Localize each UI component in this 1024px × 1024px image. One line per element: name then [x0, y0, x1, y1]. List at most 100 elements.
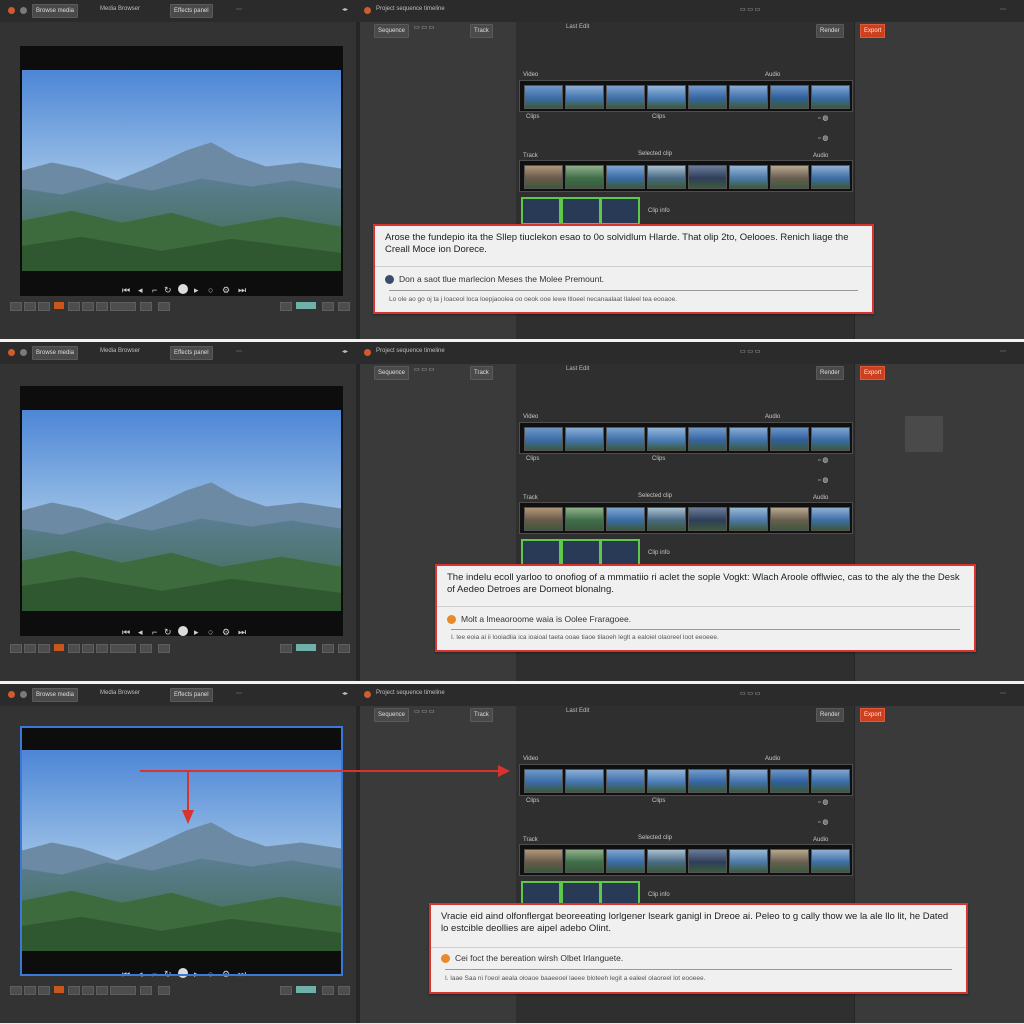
settings-icon[interactable]: ⚙: [222, 285, 230, 296]
render-button[interactable]: Render: [816, 366, 844, 380]
clip-thumbnail[interactable]: [688, 85, 727, 109]
clip-thumbnail[interactable]: [811, 85, 850, 109]
track-tools-icon[interactable]: ▫ ◍: [818, 114, 829, 122]
expand-icon[interactable]: ◂▸: [342, 6, 348, 13]
clip-thumbnail[interactable]: [606, 769, 645, 793]
clip-thumbnail[interactable]: [688, 849, 727, 873]
settings-chip[interactable]: [338, 644, 350, 653]
window-more-icon[interactable]: ⋯: [1000, 348, 1006, 355]
selected-clip[interactable]: [600, 539, 640, 567]
audio-chip[interactable]: [280, 986, 292, 995]
track-button[interactable]: Track: [470, 24, 493, 38]
play-icon[interactable]: [178, 626, 188, 636]
nav-icons[interactable]: ▭ ▭ ▭: [414, 366, 434, 373]
clip-thumbnail[interactable]: [647, 769, 686, 793]
close-icon[interactable]: [8, 349, 15, 356]
loop-icon[interactable]: ↻: [164, 627, 172, 638]
clip-thumbnail[interactable]: [524, 769, 563, 793]
program-monitor[interactable]: [20, 386, 343, 636]
tab-media-browser[interactable]: Media Browser: [100, 690, 140, 696]
clip-thumbnail[interactable]: [606, 427, 645, 451]
clip-thumbnail[interactable]: [606, 85, 645, 109]
overlay-chip[interactable]: [96, 986, 108, 995]
nav-icons[interactable]: ▭ ▭ ▭: [414, 24, 434, 31]
floating-tool-chip[interactable]: [905, 416, 943, 452]
settings-icon[interactable]: ⚙: [222, 627, 230, 638]
export-button[interactable]: Export: [860, 24, 886, 38]
clip-thumbnail[interactable]: [606, 507, 645, 531]
timecode-chip[interactable]: [110, 986, 136, 995]
grid-chip[interactable]: [68, 986, 80, 995]
nav-icons[interactable]: ▭ ▭ ▭: [414, 708, 434, 715]
window-more-icon[interactable]: ⋯: [1000, 690, 1006, 697]
sequence-button[interactable]: Sequence: [374, 708, 410, 722]
close-icon[interactable]: [8, 691, 15, 698]
clip-thumbnail[interactable]: [729, 427, 768, 451]
clip-thumbnail[interactable]: [688, 165, 727, 189]
minimize-icon[interactable]: [20, 349, 27, 356]
record-icon[interactable]: [364, 7, 371, 14]
clip-thumbnail[interactable]: [647, 85, 686, 109]
mark-in-icon[interactable]: ⌐: [152, 285, 157, 295]
close-icon[interactable]: [8, 7, 15, 14]
window-controls-icon[interactable]: ▭ ▭ ▭: [740, 6, 760, 13]
clip-thumbnail[interactable]: [688, 427, 727, 451]
grid-chip[interactable]: [68, 644, 80, 653]
tab-effects[interactable]: Effects panel: [170, 4, 213, 18]
selected-clip[interactable]: [561, 539, 601, 567]
clip-thumbnail[interactable]: [770, 427, 809, 451]
record-icon[interactable]: [364, 349, 371, 356]
step-forward-icon[interactable]: ▸: [194, 285, 199, 296]
more-icon[interactable]: ⋯: [236, 690, 242, 697]
fit-chip[interactable]: [24, 302, 36, 311]
safe-chip[interactable]: [38, 644, 50, 653]
guide-chip[interactable]: [82, 302, 94, 311]
fit-chip[interactable]: [24, 986, 36, 995]
settings-chip[interactable]: [338, 302, 350, 311]
clip-thumbnail[interactable]: [729, 507, 768, 531]
clip-thumbnail[interactable]: [565, 165, 604, 189]
safe-chip[interactable]: [38, 302, 50, 311]
clip-thumbnail[interactable]: [524, 427, 563, 451]
clip-thumbnail[interactable]: [647, 165, 686, 189]
export-button[interactable]: Export: [860, 708, 886, 722]
video-track-filmstrip[interactable]: [519, 422, 853, 454]
window-controls-icon[interactable]: ▭ ▭ ▭: [740, 690, 760, 697]
loop-icon[interactable]: ○: [208, 285, 213, 295]
track-lock-icon[interactable]: ▫ ◍: [818, 476, 829, 484]
sequence-button[interactable]: Sequence: [374, 366, 410, 380]
guide-chip[interactable]: [82, 644, 94, 653]
clip-thumbnail[interactable]: [647, 427, 686, 451]
clip-thumbnail[interactable]: [729, 849, 768, 873]
program-monitor[interactable]: [20, 46, 343, 296]
forward-icon[interactable]: ⏭: [238, 285, 246, 296]
more-icon[interactable]: ⋯: [236, 348, 242, 355]
step-back-icon[interactable]: ◂: [138, 285, 143, 296]
clip-thumbnail[interactable]: [770, 769, 809, 793]
clip-thumbnail[interactable]: [770, 507, 809, 531]
expand-icon[interactable]: ◂▸: [342, 690, 348, 697]
track-tools-icon[interactable]: ▫ ◍: [818, 798, 829, 806]
clip-thumbnail[interactable]: [647, 849, 686, 873]
mark-in-icon[interactable]: ⌐: [152, 627, 157, 637]
clip-thumbnail[interactable]: [811, 165, 850, 189]
selected-clip[interactable]: [600, 197, 640, 225]
zoom-chip[interactable]: [10, 644, 22, 653]
step-forward-icon[interactable]: ▸: [194, 627, 199, 638]
record-chip[interactable]: [54, 986, 64, 993]
insert-chip[interactable]: [140, 986, 152, 995]
clip-thumbnail[interactable]: [565, 769, 604, 793]
clip-thumbnail[interactable]: [770, 85, 809, 109]
clip-thumbnail[interactable]: [606, 849, 645, 873]
rewind-icon[interactable]: ⏮: [122, 285, 130, 296]
selected-clip[interactable]: [561, 197, 601, 225]
grid-chip[interactable]: [68, 302, 80, 311]
more-icon[interactable]: ⋯: [236, 6, 242, 13]
window-more-icon[interactable]: ⋯: [1000, 6, 1006, 13]
track-button[interactable]: Track: [470, 366, 493, 380]
selected-track-filmstrip[interactable]: [519, 502, 853, 534]
rewind-icon[interactable]: ⏮: [122, 627, 130, 638]
video-track-filmstrip[interactable]: [519, 80, 853, 112]
export-chip[interactable]: [322, 644, 334, 653]
clip-thumbnail[interactable]: [565, 85, 604, 109]
